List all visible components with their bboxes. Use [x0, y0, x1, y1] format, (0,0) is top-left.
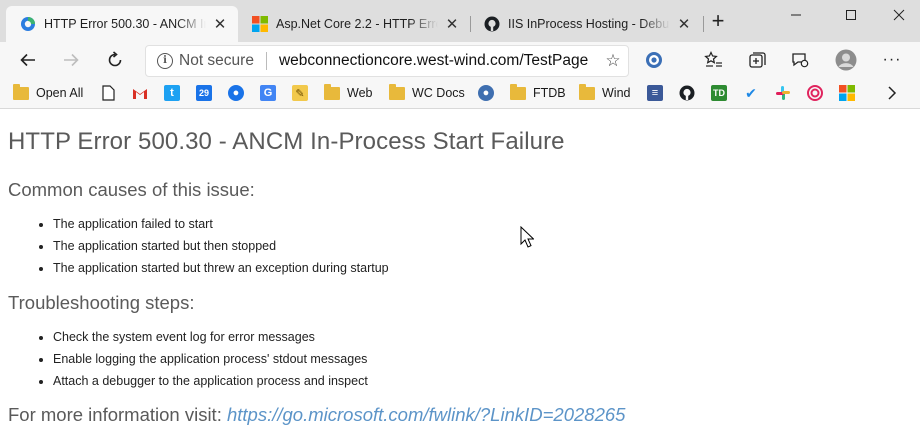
- translate-icon: G: [260, 85, 276, 101]
- tab-http-error[interactable]: HTTP Error 500.30 - ANCM In-Process Star…: [6, 6, 238, 42]
- folder-icon: [389, 83, 405, 100]
- bookmark-wind[interactable]: Wind: [579, 83, 630, 103]
- list-item: Attach a debugger to the application pro…: [53, 370, 368, 392]
- tab-strip: HTTP Error 500.30 - ANCM In-Process Star…: [0, 0, 920, 42]
- windows-logo-icon: [252, 16, 268, 32]
- steps-heading: Troubleshooting steps:: [8, 292, 195, 313]
- more-info-link[interactable]: https://go.microsoft.com/fwlink/?LinkID=…: [227, 404, 625, 425]
- bookmark-tasks[interactable]: ≡: [647, 83, 663, 103]
- bookmark-account[interactable]: ●: [228, 83, 244, 103]
- list-item: Enable logging the application process' …: [53, 348, 368, 370]
- bookmark-calendar[interactable]: 29: [196, 83, 212, 103]
- tab-title: IIS InProcess Hosting - Debugging: [508, 17, 670, 31]
- site-info-icon[interactable]: i: [157, 53, 173, 69]
- feedback-icon[interactable]: [788, 48, 812, 72]
- bookmark-label: Web: [347, 86, 373, 100]
- tab-title: Asp.Net Core 2.2 - HTTP Error 500.30: [276, 17, 438, 31]
- target-icon: [807, 85, 823, 101]
- page-icon: [100, 85, 116, 101]
- causes-heading: Common causes of this issue:: [8, 179, 255, 200]
- close-tab-icon[interactable]: ✕: [674, 14, 694, 34]
- bookmark-ftdb[interactable]: FTDB: [510, 83, 566, 103]
- folder-icon: [510, 83, 526, 100]
- mouse-cursor-icon: [520, 225, 535, 253]
- bookmark-avatar[interactable]: ●: [478, 83, 494, 103]
- slack-icon: [775, 85, 791, 101]
- bookmark-page[interactable]: [100, 83, 116, 103]
- gmail-icon: [132, 85, 148, 101]
- folder-icon: [13, 83, 29, 100]
- bookmark-label: Wind: [602, 86, 631, 100]
- twitter-icon: t: [164, 85, 180, 101]
- extension-icon[interactable]: [642, 48, 666, 72]
- calendar-icon: 29: [196, 85, 212, 101]
- bookmark-check[interactable]: ✔: [743, 83, 759, 103]
- causes-list: The application failed to start The appl…: [8, 213, 389, 279]
- steps-list: Check the system event log for error mes…: [8, 326, 368, 392]
- profile-avatar[interactable]: [834, 48, 858, 72]
- github-icon: [679, 85, 695, 101]
- settings-more-icon[interactable]: ···: [880, 48, 904, 72]
- bookmark-slack[interactable]: [775, 83, 791, 103]
- list-item: The application started but threw an exc…: [53, 257, 389, 279]
- microsoft-icon: [839, 85, 855, 101]
- bookmark-notes[interactable]: ✎: [292, 83, 308, 103]
- bookmark-td[interactable]: TD: [711, 83, 727, 103]
- add-favorite-icon[interactable]: ☆: [598, 51, 628, 71]
- favorites-icon[interactable]: [701, 48, 725, 72]
- tab-aspnet-core[interactable]: Asp.Net Core 2.2 - HTTP Error 500.30 ✕: [238, 6, 470, 42]
- folder-icon: [324, 83, 340, 100]
- avatar-icon: ●: [478, 85, 494, 101]
- url-text[interactable]: webconnectioncore.west-wind.com/TestPage: [279, 52, 598, 70]
- more-bookmarks-chevron-icon[interactable]: [886, 83, 898, 103]
- address-divider: [265, 52, 267, 70]
- bookmark-translate[interactable]: G: [260, 83, 276, 103]
- minimize-button[interactable]: [781, 4, 811, 26]
- tab-separator: [703, 16, 704, 32]
- bookmark-twitter[interactable]: t: [164, 83, 180, 103]
- close-tab-icon[interactable]: ✕: [442, 14, 462, 34]
- new-tab-button[interactable]: +: [708, 10, 728, 32]
- close-tab-icon[interactable]: ✕: [210, 14, 230, 34]
- back-button[interactable]: [16, 48, 40, 72]
- forward-button[interactable]: [59, 48, 83, 72]
- collections-icon[interactable]: [745, 48, 769, 72]
- page-title: HTTP Error 500.30 - ANCM In-Process Star…: [8, 128, 565, 155]
- refresh-button[interactable]: [103, 48, 127, 72]
- address-bar[interactable]: i Not secure webconnectioncore.west-wind…: [145, 45, 629, 77]
- bookmarks-bar: Open All t 29 ● G ✎ Web WC Docs ● FTDB W…: [0, 78, 920, 109]
- maximize-button[interactable]: [836, 4, 866, 26]
- account-icon: ●: [228, 85, 244, 101]
- navigation-toolbar: i Not secure webconnectioncore.west-wind…: [0, 42, 920, 78]
- list-item: The application failed to start: [53, 213, 389, 235]
- bookmark-open-all[interactable]: Open All: [13, 83, 83, 103]
- bookmark-label: FTDB: [533, 86, 566, 100]
- bookmark-web[interactable]: Web: [324, 83, 372, 103]
- security-label: Not secure: [179, 52, 254, 69]
- github-icon: [484, 16, 500, 32]
- edge-globe-icon: [20, 16, 36, 32]
- list-item: Check the system event log for error mes…: [53, 326, 368, 348]
- tab-title: HTTP Error 500.30 - ANCM In-Process Star…: [44, 17, 206, 31]
- tasks-icon: ≡: [647, 85, 663, 101]
- bookmark-microsoft[interactable]: [839, 83, 855, 103]
- list-item: The application started but then stopped: [53, 235, 389, 257]
- bookmark-github[interactable]: [679, 83, 695, 103]
- notes-icon: ✎: [292, 85, 308, 101]
- close-window-button[interactable]: [884, 4, 914, 26]
- bookmark-label: Open All: [36, 86, 84, 100]
- bookmark-wc-docs[interactable]: WC Docs: [389, 83, 465, 103]
- bookmark-target[interactable]: [807, 83, 823, 103]
- folder-icon: [579, 83, 595, 100]
- page-content: HTTP Error 500.30 - ANCM In-Process Star…: [8, 128, 920, 425]
- more-info-line: For more information visit: https://go.m…: [8, 404, 625, 426]
- td-icon: TD: [711, 85, 727, 101]
- check-icon: ✔: [745, 84, 757, 101]
- bookmark-gmail[interactable]: [132, 83, 148, 103]
- tab-iis-inprocess[interactable]: IIS InProcess Hosting - Debugging ✕: [470, 6, 702, 42]
- bookmark-label: WC Docs: [412, 86, 465, 100]
- more-info-label: For more information visit:: [8, 404, 222, 425]
